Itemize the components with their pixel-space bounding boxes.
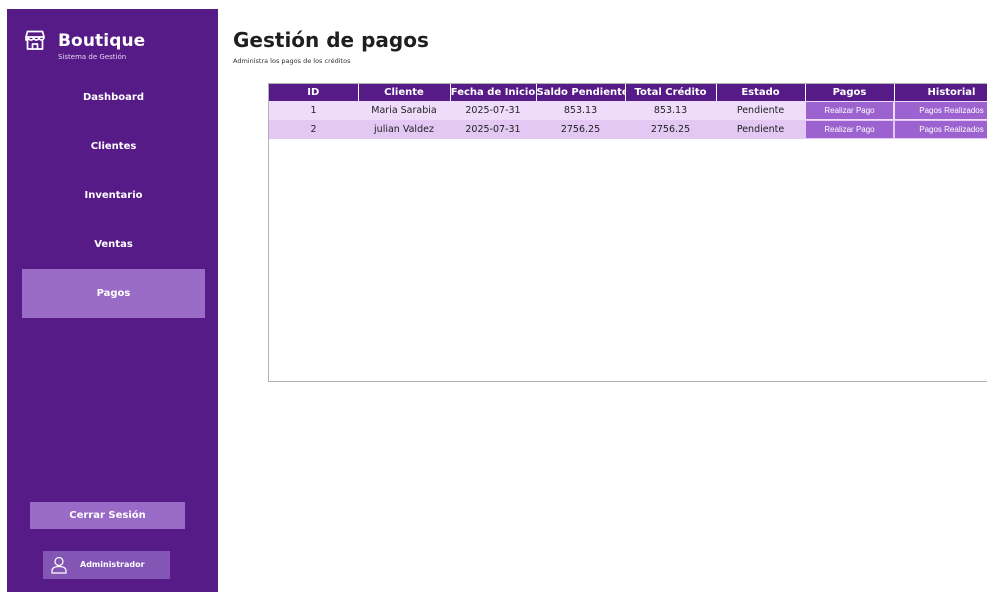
- cell-fecha: 2025-07-31: [450, 101, 536, 120]
- cell-total: 853.13: [625, 101, 716, 120]
- table-row[interactable]: 2 julian Valdez 2025-07-31 2756.25 2756.…: [269, 120, 987, 139]
- cell-pagos: Realizar Pago: [805, 101, 894, 120]
- storefront-icon: [25, 30, 45, 50]
- user-badge[interactable]: Administrador: [43, 551, 170, 579]
- column-header-total-credito[interactable]: Total Crédito: [625, 84, 717, 101]
- cell-historial: Pagos Realizados: [894, 120, 987, 139]
- nav-item-dashboard[interactable]: Dashboard: [22, 73, 205, 122]
- page-subtitle: Administra los pagos de los créditos: [233, 57, 351, 65]
- cell-cliente: Maria Sarabia: [358, 101, 450, 120]
- page-title: Gestión de pagos: [233, 28, 429, 52]
- cell-pagos: Realizar Pago: [805, 120, 894, 139]
- table-header-row: ID Cliente Fecha de Inicio Saldo Pendien…: [269, 84, 987, 101]
- sidebar: Boutique Sistema de Gestión Dashboard Cl…: [7, 9, 218, 592]
- table-row[interactable]: 1 Maria Sarabia 2025-07-31 853.13 853.13…: [269, 101, 987, 120]
- cell-cliente: julian Valdez: [358, 120, 450, 139]
- pagos-realizados-button[interactable]: Pagos Realizados: [895, 121, 987, 138]
- nav-item-clientes[interactable]: Clientes: [22, 122, 205, 171]
- cell-total: 2756.25: [625, 120, 716, 139]
- pagos-realizados-button[interactable]: Pagos Realizados: [895, 102, 987, 119]
- column-header-cliente[interactable]: Cliente: [358, 84, 451, 101]
- cell-estado: Pendiente: [716, 101, 805, 120]
- column-header-estado[interactable]: Estado: [716, 84, 806, 101]
- nav-item-inventario[interactable]: Inventario: [22, 171, 205, 220]
- column-header-fecha-inicio[interactable]: Fecha de Inicio: [450, 84, 537, 101]
- user-icon: [51, 556, 67, 574]
- nav-item-ventas[interactable]: Ventas: [22, 220, 205, 269]
- nav-item-pagos[interactable]: Pagos: [22, 269, 205, 318]
- logout-button[interactable]: Cerrar Sesión: [30, 502, 185, 529]
- column-header-id[interactable]: ID: [269, 84, 359, 101]
- column-header-saldo-pendiente[interactable]: Saldo Pendiente: [536, 84, 626, 101]
- column-header-historial[interactable]: Historial: [894, 84, 987, 101]
- cell-id: 1: [269, 101, 358, 120]
- column-header-pagos[interactable]: Pagos: [805, 84, 895, 101]
- cell-saldo: 2756.25: [536, 120, 625, 139]
- payments-table-panel: ID Cliente Fecha de Inicio Saldo Pendien…: [268, 83, 987, 382]
- cell-historial: Pagos Realizados: [894, 101, 987, 120]
- brand-subtitle: Sistema de Gestión: [58, 53, 127, 61]
- cell-saldo: 853.13: [536, 101, 625, 120]
- brand-title: Boutique: [58, 31, 146, 51]
- cell-estado: Pendiente: [716, 120, 805, 139]
- cell-id: 2: [269, 120, 358, 139]
- realizar-pago-button[interactable]: Realizar Pago: [806, 121, 893, 138]
- cell-fecha: 2025-07-31: [450, 120, 536, 139]
- realizar-pago-button[interactable]: Realizar Pago: [806, 102, 893, 119]
- user-name: Administrador: [80, 560, 145, 569]
- payments-table: ID Cliente Fecha de Inicio Saldo Pendien…: [269, 84, 987, 139]
